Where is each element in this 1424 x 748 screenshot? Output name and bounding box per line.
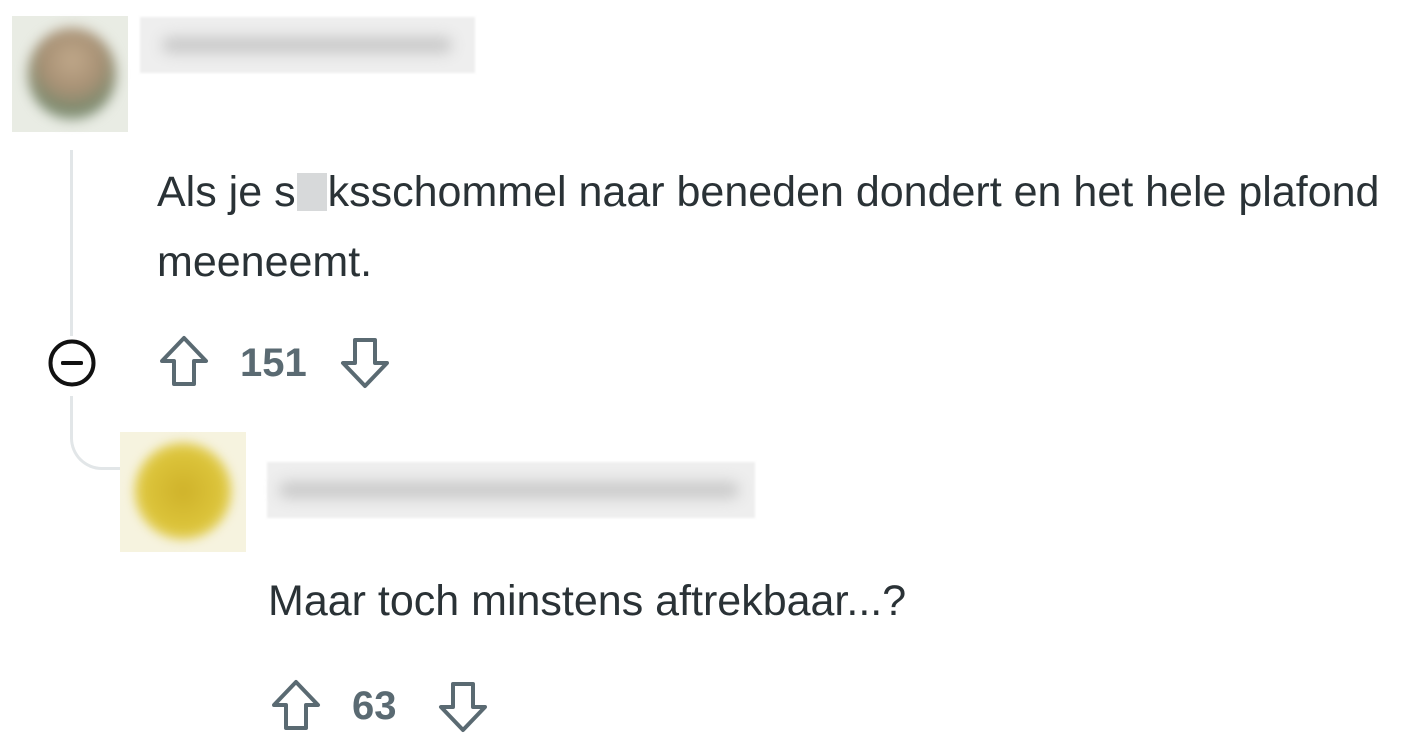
arrow-up-outline-icon	[160, 336, 208, 386]
vote-score: 151	[240, 341, 307, 385]
thread-line[interactable]	[70, 150, 73, 336]
censored-block	[296, 173, 327, 211]
username-redacted[interactable]	[267, 462, 755, 518]
collapse-thread-button[interactable]	[47, 338, 97, 388]
upvote-button[interactable]	[158, 334, 210, 391]
comment-text: Als je s	[157, 168, 296, 216]
comment-text: ksschommel naar beneden dondert en het h…	[157, 168, 1380, 286]
comment-body: Maar toch minstens aftrekbaar...?	[268, 577, 907, 625]
arrow-up-outline-icon	[272, 680, 320, 730]
username-redacted[interactable]	[140, 17, 475, 73]
reply-connector	[70, 420, 122, 470]
avatar[interactable]	[12, 16, 128, 132]
vote-score: 63	[352, 684, 397, 728]
comment-body: Als je s ksschommel naar beneden dondert …	[157, 157, 1424, 297]
minus-circle-icon	[48, 339, 96, 387]
arrow-down-outline-icon	[439, 682, 487, 732]
upvote-button[interactable]	[270, 678, 322, 735]
downvote-button[interactable]	[339, 336, 391, 393]
avatar[interactable]	[120, 432, 246, 552]
downvote-button[interactable]	[437, 680, 489, 737]
arrow-down-outline-icon	[341, 338, 389, 388]
